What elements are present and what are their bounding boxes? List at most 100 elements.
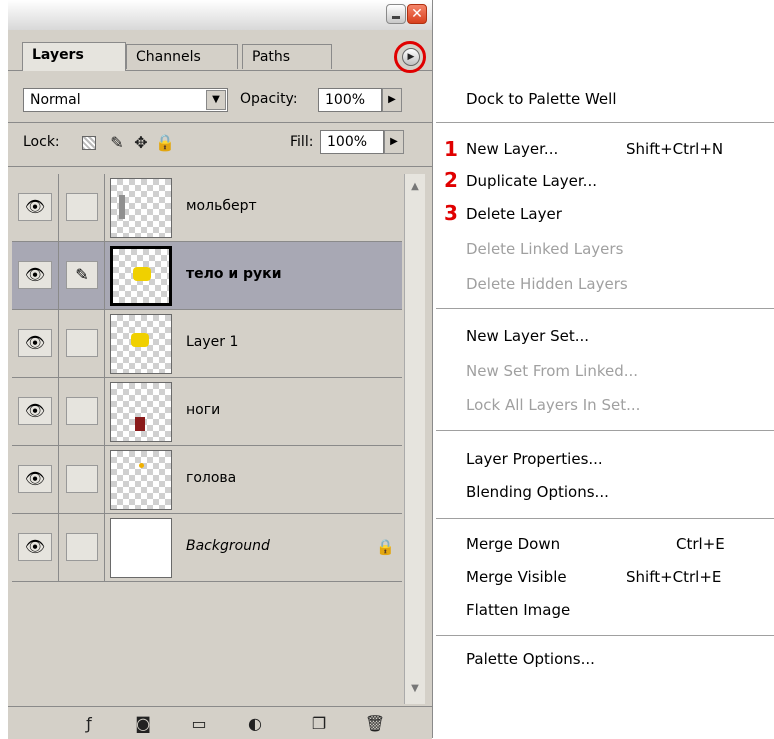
lock-transparent-pixels-icon[interactable] xyxy=(82,136,96,150)
lock-position-move-icon[interactable]: ✥ xyxy=(130,132,152,154)
layer-thumbnail xyxy=(110,450,172,510)
menu-item-layer-properties[interactable]: Layer Properties... xyxy=(466,450,603,468)
layer-style-icon[interactable]: ƒ xyxy=(78,713,100,735)
menu-item-flatten-image[interactable]: Flatten Image xyxy=(466,601,570,619)
opacity-label: Opacity: xyxy=(240,91,298,107)
eye-visibility-icon[interactable]: 👁 xyxy=(18,193,52,221)
layer-thumbnail xyxy=(110,314,172,374)
fill-label: Fill: xyxy=(290,134,314,150)
menu-item-new-set-from-linked: New Set From Linked... xyxy=(466,362,639,380)
tab-channels[interactable]: Channels xyxy=(126,44,238,69)
layers-palette: ✕ Layers Channels Paths ▶ Normal ▼ Opaci… xyxy=(8,0,433,739)
scroll-up-arrow-icon[interactable]: ▲ xyxy=(406,178,424,196)
layer-thumbnail xyxy=(110,518,172,578)
divider xyxy=(104,310,105,378)
layer-row[interactable]: 👁 ноги xyxy=(12,378,402,446)
menu-item-lock-all-layers-in-set: Lock All Layers In Set... xyxy=(466,396,641,414)
tab-paths[interactable]: Paths xyxy=(242,44,332,69)
blend-mode-value: Normal xyxy=(30,92,81,108)
menu-item-palette-options[interactable]: Palette Options... xyxy=(466,650,595,668)
link-toggle[interactable] xyxy=(66,397,98,425)
chevron-down-icon[interactable]: ▼ xyxy=(206,90,226,110)
link-toggle[interactable] xyxy=(66,193,98,221)
opacity-input[interactable]: 100% xyxy=(318,88,382,112)
shortcut-new-layer: Shift+Ctrl+N xyxy=(626,140,724,158)
layer-thumbnail xyxy=(110,246,172,306)
new-layer-icon[interactable]: ❐ xyxy=(308,713,330,735)
tab-layers[interactable]: Layers xyxy=(22,42,126,71)
divider xyxy=(104,174,105,242)
menu-item-delete-layer[interactable]: Delete Layer xyxy=(466,205,562,223)
shortcut-merge-visible: Shift+Ctrl+E xyxy=(626,568,722,586)
menu-item-blending-options[interactable]: Blending Options... xyxy=(466,483,609,501)
menu-item-delete-hidden-layers: Delete Hidden Layers xyxy=(466,275,628,293)
palette-tabs: Layers Channels Paths ▶ xyxy=(8,38,432,73)
menu-item-dock-to-palette-well[interactable]: Dock to Palette Well xyxy=(466,90,617,108)
minimize-button[interactable] xyxy=(386,4,406,24)
menu-separator xyxy=(436,430,774,431)
link-toggle[interactable] xyxy=(66,329,98,357)
layer-row[interactable]: 👁 Layer 1 xyxy=(12,310,402,378)
yellow-shirt-figure xyxy=(133,267,151,281)
layer-row[interactable]: 👁 Background 🔒 xyxy=(12,514,402,582)
layer-row[interactable]: 👁 голова xyxy=(12,446,402,514)
eye-visibility-icon[interactable]: 👁 xyxy=(18,261,52,289)
layer-row-selected[interactable]: 👁 ✎ тело и руки xyxy=(12,242,402,310)
divider xyxy=(58,310,59,378)
add-mask-icon[interactable]: ◙ xyxy=(132,713,154,735)
blend-mode-select[interactable]: Normal ▼ xyxy=(23,88,228,112)
menu-item-merge-down[interactable]: Merge Down xyxy=(466,535,560,553)
lock-image-pixels-brush-icon[interactable]: ✎ xyxy=(106,132,128,154)
opacity-slider-button[interactable]: ▶ xyxy=(382,88,402,112)
trash-icon[interactable]: 🗑 xyxy=(364,713,386,735)
layer-name[interactable]: тело и руки xyxy=(186,266,282,282)
lock-all-padlock-icon[interactable]: 🔒 xyxy=(154,132,176,154)
layer-name[interactable]: Background xyxy=(186,538,270,554)
divider xyxy=(104,446,105,514)
layer-name[interactable]: мольберт xyxy=(186,198,257,214)
head-figure xyxy=(139,463,144,468)
menu-item-merge-visible[interactable]: Merge Visible xyxy=(466,568,567,586)
eye-visibility-icon[interactable]: 👁 xyxy=(18,465,52,493)
close-button[interactable]: ✕ xyxy=(407,4,427,24)
divider xyxy=(8,166,432,167)
brush-icon[interactable]: ✎ xyxy=(66,261,98,289)
eye-visibility-icon[interactable]: 👁 xyxy=(18,329,52,357)
menu-separator xyxy=(436,635,774,636)
layer-thumbnail xyxy=(110,382,172,442)
menu-item-new-layer[interactable]: New Layer... xyxy=(466,140,558,158)
eye-visibility-icon[interactable]: 👁 xyxy=(18,533,52,561)
layer-name[interactable]: Layer 1 xyxy=(186,334,238,350)
link-toggle[interactable] xyxy=(66,465,98,493)
divider xyxy=(58,378,59,446)
step-badge: 1 xyxy=(444,137,458,161)
shortcut-merge-down: Ctrl+E xyxy=(676,535,725,553)
layer-name[interactable]: голова xyxy=(186,470,236,486)
divider xyxy=(104,514,105,582)
menu-separator xyxy=(436,122,774,123)
step-badge: 2 xyxy=(444,168,458,192)
layers-scrollbar[interactable]: ▲ ▼ xyxy=(404,174,425,704)
palette-flyout-menu: Dock to Palette Well 1 New Layer... Shif… xyxy=(436,60,774,680)
divider xyxy=(58,242,59,310)
adjustment-layer-icon[interactable]: ◐ xyxy=(244,713,266,735)
divider xyxy=(58,514,59,582)
fill-input[interactable]: 100% xyxy=(320,130,384,154)
fill-slider-button[interactable]: ▶ xyxy=(384,130,404,154)
blend-opacity-row: Normal ▼ Opacity: 100% ▶ xyxy=(8,80,432,116)
highlight-circle xyxy=(394,41,426,73)
menu-separator xyxy=(436,308,774,309)
menu-item-new-layer-set[interactable]: New Layer Set... xyxy=(466,327,589,345)
layer-thumbnail xyxy=(110,178,172,238)
link-toggle[interactable] xyxy=(66,533,98,561)
layer-name[interactable]: ноги xyxy=(186,402,220,418)
layers-list: 👁 мольберт 👁 ✎ тело и руки 👁 Layer 1 👁 н… xyxy=(12,174,430,704)
menu-item-duplicate-layer[interactable]: Duplicate Layer... xyxy=(466,172,597,190)
lock-label: Lock: xyxy=(23,134,60,150)
easel-figure xyxy=(119,195,125,219)
divider xyxy=(104,242,105,310)
eye-visibility-icon[interactable]: 👁 xyxy=(18,397,52,425)
new-set-folder-icon[interactable]: ▭ xyxy=(188,713,210,735)
scroll-down-arrow-icon[interactable]: ▼ xyxy=(406,680,424,698)
layer-row[interactable]: 👁 мольберт xyxy=(12,174,402,242)
